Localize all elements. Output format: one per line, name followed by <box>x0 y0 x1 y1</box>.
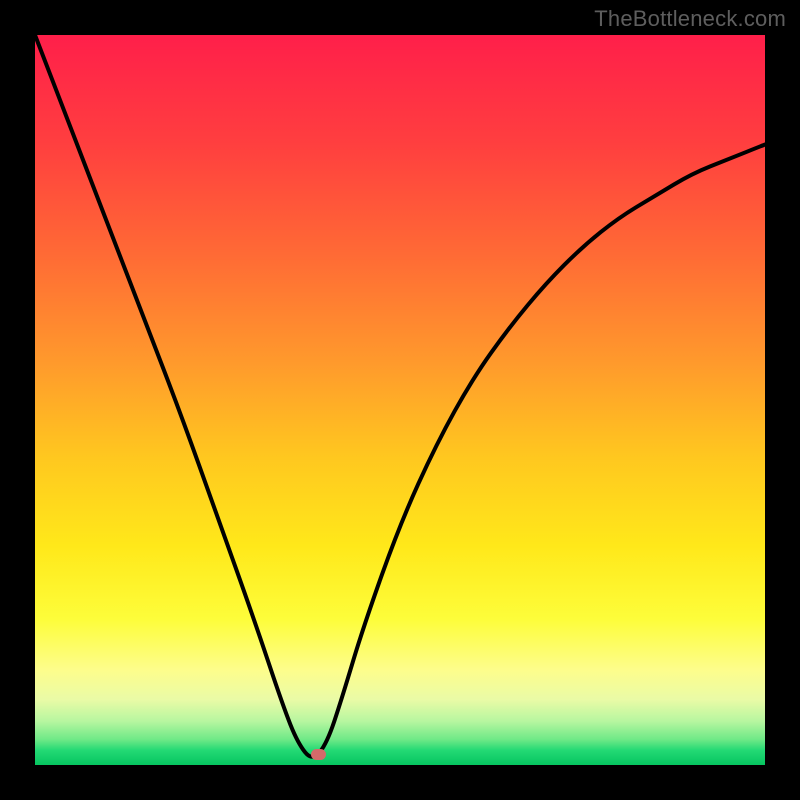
bottleneck-curve <box>35 35 765 757</box>
curve-svg <box>35 35 765 765</box>
optimum-marker <box>311 749 326 760</box>
watermark-text: TheBottleneck.com <box>594 6 786 32</box>
chart-frame: TheBottleneck.com <box>0 0 800 800</box>
plot-area <box>35 35 765 765</box>
